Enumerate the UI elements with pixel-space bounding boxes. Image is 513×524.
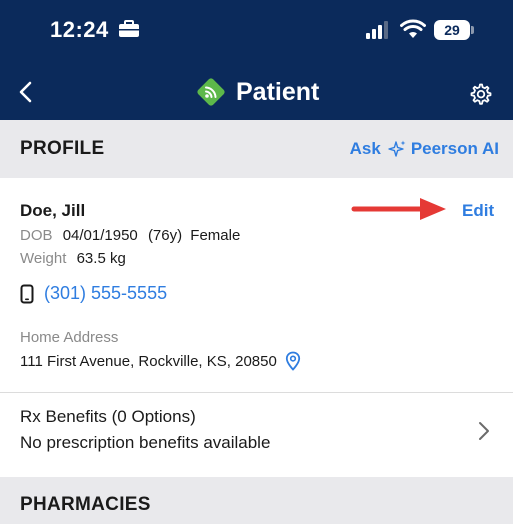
rx-benefits-title: Rx Benefits (0 Options) <box>20 407 196 426</box>
battery-indicator: 29 <box>434 20 474 40</box>
patient-name: Doe, Jill <box>20 201 86 220</box>
page-title: Patient <box>196 76 319 108</box>
pharmacies-section-title: PHARMACIES <box>20 494 151 515</box>
phone-number: (301) 555-5555 <box>44 283 168 303</box>
sex-value: Female <box>190 227 241 244</box>
nav-bar: Patient <box>0 62 513 120</box>
status-time: 12:24 <box>50 17 109 42</box>
back-chevron-icon[interactable] <box>16 80 36 104</box>
top-bar: 12:24 29 Patient <box>0 0 513 120</box>
weight-label: Weight <box>20 250 67 267</box>
weight-row: Weight 63.5 kg <box>20 250 126 267</box>
mobile-phone-icon <box>20 284 34 303</box>
dob-label: DOB <box>20 227 53 244</box>
rx-benefits-subtitle: No prescription benefits available <box>20 433 271 452</box>
nav-title-text: Patient <box>236 77 320 106</box>
address-value: 111 First Avenue, Rockville, KS, 20850 <box>20 352 277 370</box>
patient-profile-card: Doe, Jill Edit DOB 04/01/1950 (76y) Fema… <box>0 178 513 392</box>
ask-peerson-ai-button[interactable]: Ask Peerson AI <box>350 139 499 159</box>
briefcase-icon <box>119 20 139 37</box>
map-pin-icon[interactable] <box>285 351 301 371</box>
profile-section-header: PROFILE Ask Peerson AI <box>0 120 513 178</box>
dob-value: 04/01/1950 <box>62 227 138 244</box>
age-value: (76y) <box>147 227 183 244</box>
battery-tip <box>471 26 474 34</box>
address-row: 111 First Avenue, Rockville, KS, 20850 <box>20 351 301 371</box>
edit-button[interactable]: Edit <box>462 201 494 221</box>
sparkle-icon <box>388 140 406 157</box>
cellular-signal-icon <box>366 21 388 39</box>
pharmacies-section-header: PHARMACIES <box>0 477 513 524</box>
home-address-label: Home Address <box>20 329 119 346</box>
battery-level: 29 <box>434 20 470 40</box>
profile-section-title: PROFILE <box>20 138 105 159</box>
weight-value: 63.5 kg <box>76 250 126 267</box>
chevron-right-icon <box>479 422 489 440</box>
status-bar: 12:24 29 <box>0 0 513 62</box>
ask-label: Ask <box>349 139 381 158</box>
peerson-ai-label: Peerson AI <box>410 139 499 158</box>
phone-link[interactable]: (301) 555-5555 <box>20 283 167 304</box>
dob-row: DOB 04/01/1950 (76y) Female <box>20 227 240 244</box>
gear-icon[interactable] <box>468 82 492 106</box>
wifi-icon <box>400 19 426 38</box>
red-arrow-annotation <box>351 198 446 220</box>
rx-benefits-row[interactable]: Rx Benefits (0 Options) No prescription … <box>0 393 513 477</box>
app-logo-icon <box>197 78 225 106</box>
